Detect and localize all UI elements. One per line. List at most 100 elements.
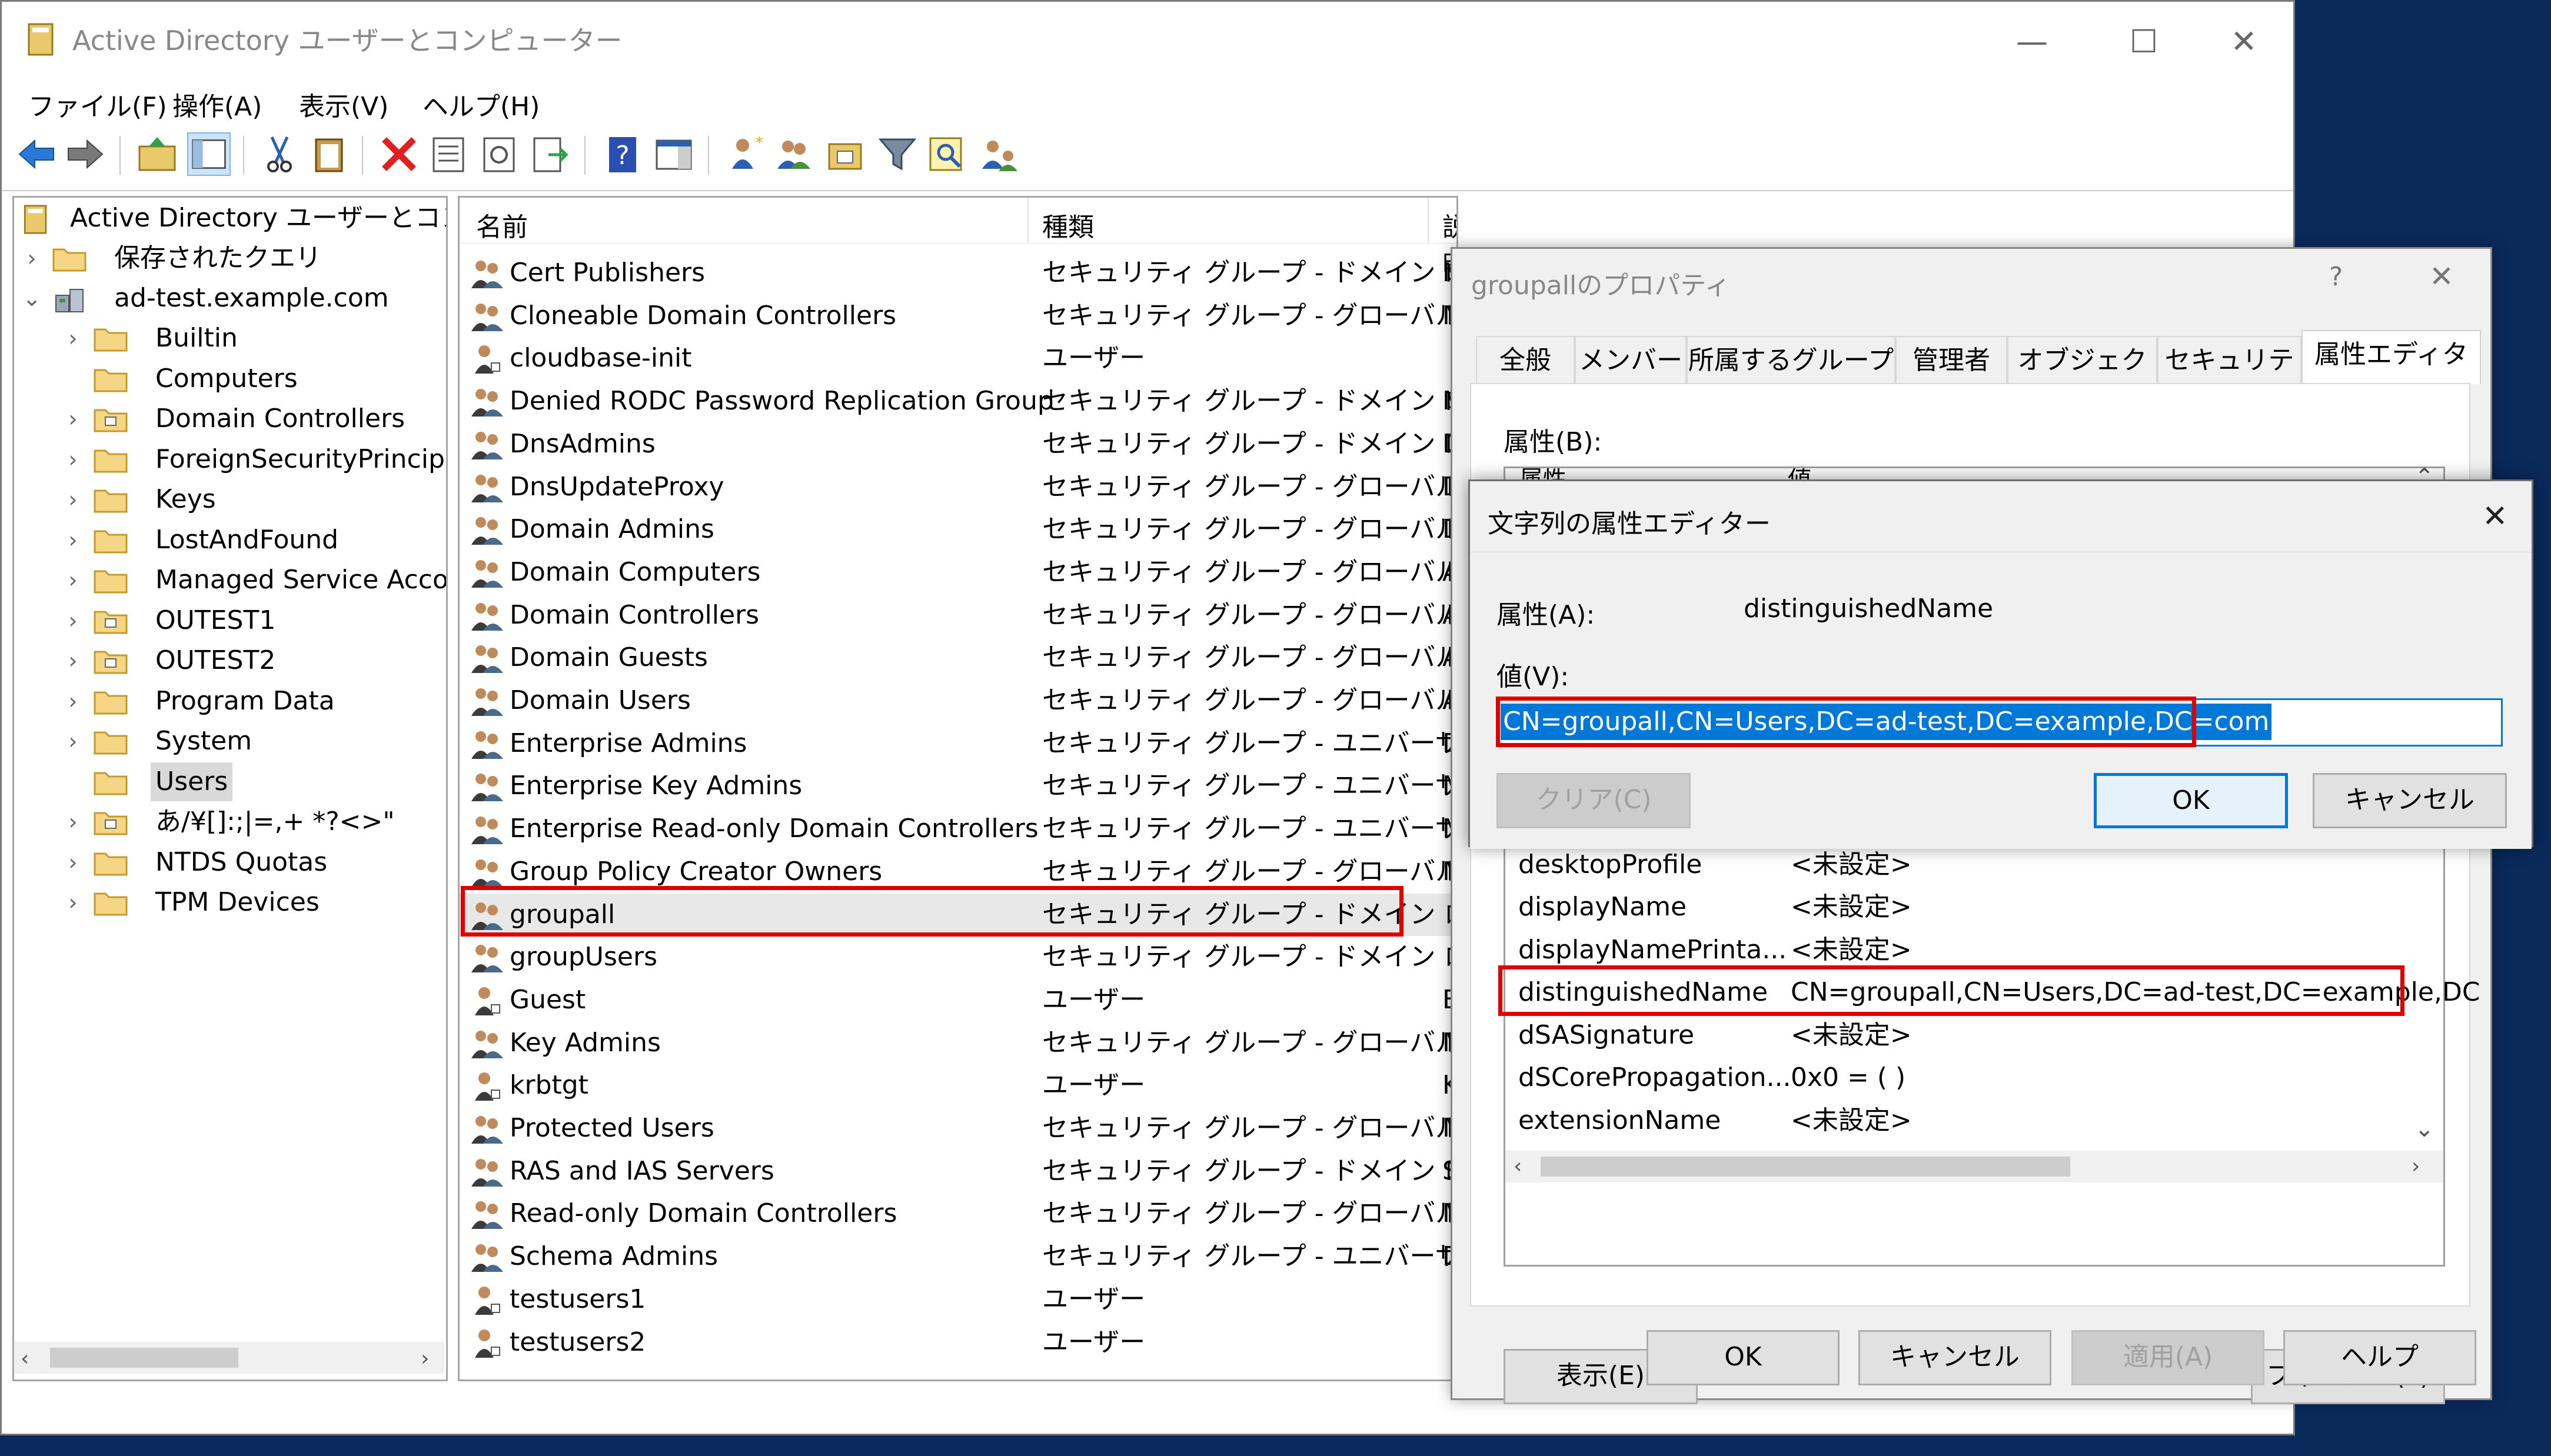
tab-members[interactable]: メンバー — [1575, 336, 1687, 383]
column-header-type[interactable]: 種類 — [1042, 206, 1094, 244]
table-row[interactable]: Domain Controllersセキュリティ グループ - グローバルA — [460, 594, 1456, 637]
menu-action[interactable]: 操作(A) — [172, 85, 262, 123]
chevron-right-icon[interactable]: › — [61, 682, 85, 721]
chevron-right-icon[interactable]: › — [61, 440, 85, 479]
table-row[interactable]: RAS and IAS Servers セキュリティ グループ - ドメイン ロ.… — [460, 1150, 1456, 1192]
chevron-right-icon[interactable]: › — [61, 843, 85, 882]
paste-icon[interactable] — [308, 132, 351, 176]
ou-folder-icon — [94, 607, 128, 634]
table-row[interactable]: Cert Publishersセキュリティ グループ - ドメイン ロ...M — [460, 252, 1456, 294]
ou-folder-icon — [94, 647, 128, 674]
cut-icon[interactable] — [258, 132, 301, 176]
close-icon[interactable]: ✕ — [2482, 499, 2508, 534]
forward-arrow-icon[interactable] — [64, 132, 107, 176]
tab-general[interactable]: 全般 — [1476, 336, 1575, 383]
export-list-icon[interactable] — [528, 132, 572, 176]
find-icon[interactable] — [926, 132, 969, 176]
tab-security[interactable]: セキュリティ — [2157, 336, 2301, 422]
menu-help[interactable]: ヘルプ(H) — [423, 85, 540, 123]
attribute-name: dSASignature — [1518, 1019, 1695, 1050]
chevron-right-icon[interactable]: › — [20, 239, 44, 278]
table-row[interactable]: Protected Usersセキュリティ グループ - グローバルM — [460, 1107, 1456, 1150]
attributes-horizontal-scrollbar[interactable]: ‹ › — [1505, 1151, 2443, 1182]
table-row[interactable]: cloudbase-init ユーザー — [460, 337, 1456, 379]
table-row[interactable]: Read-only Domain Controllers セキュリティ グループ … — [460, 1192, 1456, 1235]
tab-managed-by[interactable]: 管理者 — [1895, 336, 2007, 383]
table-row[interactable]: groupUsers セキュリティ グループ - ドメイン ロ... — [460, 936, 1456, 978]
row-name: groupUsers — [510, 942, 658, 972]
tab-member-of[interactable]: 所属するグループ — [1687, 336, 1895, 383]
attribute-row[interactable]: dSCorePropagation... 0x0 = ( ) — [1505, 1057, 2412, 1099]
delete-icon[interactable] — [377, 132, 421, 176]
menu-view[interactable]: 表示(V) — [299, 85, 388, 123]
chevron-right-icon[interactable]: › — [61, 802, 85, 841]
chevron-right-icon[interactable]: › — [61, 641, 85, 680]
table-row[interactable]: Enterprise Key Admins セキュリティ グループ - ユニバーサ… — [460, 765, 1456, 807]
close-button[interactable]: ✕ — [2209, 12, 2279, 71]
table-row[interactable]: DnsAdminsセキュリティ グループ - ドメイン ロ...D — [460, 423, 1456, 465]
attribute-row[interactable]: dSASignature <未設定> — [1505, 1014, 2412, 1057]
table-row[interactable]: GuestユーザーB — [460, 979, 1456, 1021]
maximize-button[interactable]: ☐ — [2108, 12, 2179, 71]
row-type: セキュリティ グループ - ドメイン ロ... — [1042, 258, 1458, 288]
attribute-name: desktopProfile — [1518, 849, 1702, 879]
chevron-right-icon[interactable]: › — [61, 319, 85, 358]
table-row[interactable]: testusers1 ユーザー — [460, 1278, 1456, 1321]
properties-icon[interactable] — [427, 132, 470, 176]
console-tree-icon[interactable] — [187, 132, 231, 176]
table-row[interactable]: Schema Adminsセキュリティ グループ - ユニバーサルD — [460, 1235, 1456, 1278]
properties-cancel-button[interactable]: キャンセル — [1858, 1330, 2051, 1385]
table-row[interactable]: testusers2 ユーザー — [460, 1321, 1456, 1364]
table-row[interactable]: Enterprise Adminsセキュリティ グループ - ユニバーサルD — [460, 722, 1456, 765]
attribute-row[interactable]: displayNamePrinta... <未設定> — [1505, 929, 2412, 971]
table-row[interactable]: DnsUpdateProxyセキュリティ グループ - グローバルD — [460, 466, 1456, 508]
row-name: DnsAdmins — [510, 428, 656, 459]
chevron-right-icon[interactable]: › — [61, 601, 85, 640]
table-row[interactable]: Domain Guestsセキュリティ グループ - グローバルA — [460, 637, 1456, 679]
minimize-button[interactable]: — — [1997, 12, 2067, 71]
new-group-icon[interactable] — [773, 132, 816, 176]
table-row[interactable]: Domain Adminsセキュリティ グループ - グローバルD — [460, 508, 1456, 551]
row-name: Domain Computers — [510, 557, 761, 587]
attribute-row[interactable]: desktopProfile <未設定> — [1505, 844, 2412, 886]
chevron-right-icon[interactable]: › — [61, 561, 85, 599]
table-row[interactable]: Domain Usersセキュリティ グループ - グローバルA — [460, 679, 1456, 722]
up-folder-icon[interactable] — [136, 132, 179, 176]
close-icon[interactable]: ✕ — [2429, 259, 2454, 294]
tree-horizontal-scrollbar[interactable]: ‹ › — [15, 1342, 444, 1374]
help-icon[interactable]: ? — [2329, 262, 2343, 292]
table-row[interactable]: Denied RODC Password Replication Group セキ… — [460, 380, 1456, 422]
attribute-row[interactable]: displayName <未設定> — [1505, 886, 2412, 928]
chevron-right-icon[interactable]: › — [61, 480, 85, 519]
tab-object[interactable]: オブジェクト — [2007, 336, 2157, 422]
chevron-right-icon[interactable]: › — [61, 521, 85, 559]
chevron-right-icon[interactable]: › — [61, 399, 85, 438]
chevron-right-icon[interactable]: › — [61, 883, 85, 922]
table-row[interactable]: Enterprise Read-only Domain Controllers セ… — [460, 808, 1456, 850]
back-arrow-icon[interactable] — [15, 132, 58, 176]
table-row[interactable]: krbtgtユーザーK — [460, 1064, 1456, 1107]
menu-file[interactable]: ファイル(F) — [28, 85, 167, 123]
table-row[interactable]: Cloneable Domain Controllers セキュリティ グループ … — [460, 295, 1456, 337]
scroll-down-icon[interactable]: ⌄ — [2414, 1115, 2434, 1142]
table-row[interactable]: Domain Computersセキュリティ グループ - グローバルA — [460, 551, 1456, 594]
attribute-row[interactable]: extensionName <未設定> — [1505, 1100, 2412, 1142]
show-pane-icon[interactable] — [652, 132, 696, 176]
properties-help-button[interactable]: ヘルプ — [2283, 1330, 2476, 1385]
editor-cancel-button[interactable]: キャンセル — [2313, 773, 2507, 828]
help-icon[interactable]: ? — [601, 132, 644, 176]
refresh-icon[interactable] — [477, 132, 521, 176]
editor-ok-button[interactable]: OK — [2094, 773, 2288, 828]
column-header-name[interactable]: 名前 — [476, 206, 528, 244]
add-to-group-icon[interactable] — [977, 132, 1021, 176]
new-user-icon[interactable]: * — [723, 132, 766, 176]
chevron-down-icon[interactable]: ⌄ — [20, 279, 44, 318]
new-ou-icon[interactable] — [824, 132, 868, 176]
filter-icon[interactable] — [876, 132, 919, 176]
properties-ok-button[interactable]: OK — [1647, 1330, 1840, 1385]
tab-attribute-editor[interactable]: 属性エディター — [2301, 330, 2481, 417]
row-type: セキュリティ グループ - ドメイン ロ... — [1042, 386, 1458, 417]
chevron-right-icon[interactable]: › — [61, 722, 85, 761]
menu-bar: ファイル(F) 操作(A) 表示(V) ヘルプ(H) — [2, 82, 2293, 124]
table-row[interactable]: Key Adminsセキュリティ グループ - グローバルM — [460, 1022, 1456, 1064]
